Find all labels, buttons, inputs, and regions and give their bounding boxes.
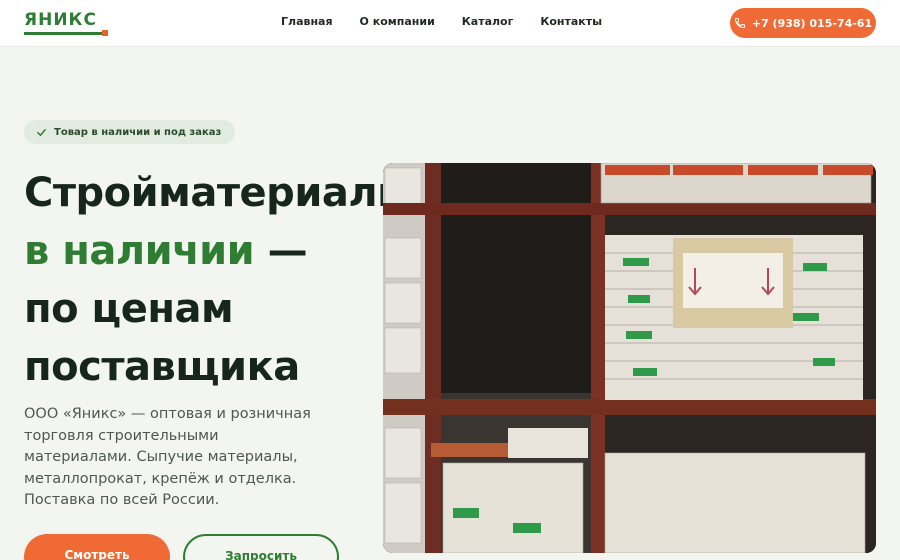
headline-line-3: по ценам bbox=[24, 286, 234, 332]
view-catalog-button[interactable]: Смотреть bbox=[24, 534, 170, 560]
request-price-button[interactable]: Запросить bbox=[183, 534, 339, 560]
headline-line-2: в наличии — bbox=[24, 222, 394, 280]
phone-number: +7 (938) 015-74-61 bbox=[751, 16, 873, 30]
badge-text: Товар в наличии и под заказ bbox=[54, 126, 222, 138]
phone-icon bbox=[734, 18, 745, 29]
hero-description: ООО «Яникс» — оптовая и розничная торгов… bbox=[24, 406, 311, 508]
logo-underline bbox=[24, 32, 102, 35]
phone-button[interactable]: +7 (938) 015-74-61 bbox=[730, 8, 876, 38]
headline-line-1: Стройматериалы bbox=[24, 170, 394, 216]
headline-dash: — bbox=[254, 228, 308, 274]
nav-catalog[interactable]: Каталог bbox=[462, 15, 514, 28]
availability-badge: Товар в наличии и под заказ bbox=[24, 120, 236, 144]
logo[interactable]: ЯНИКС bbox=[24, 10, 108, 36]
nav-home[interactable]: Главная bbox=[281, 15, 333, 28]
nav-contacts[interactable]: Контакты bbox=[540, 15, 602, 28]
headline-highlight: в наличии bbox=[24, 228, 255, 274]
nav-about[interactable]: О компании bbox=[360, 15, 435, 28]
hero-photo-warehouse-shelves bbox=[383, 163, 876, 553]
headline-line-4: поставщика bbox=[24, 344, 300, 390]
hero-headline: Стройматериалы в наличии — по ценам пост… bbox=[24, 164, 394, 396]
logo-text: ЯНИКС bbox=[24, 10, 97, 30]
warehouse-illustration bbox=[383, 163, 876, 553]
check-icon bbox=[37, 128, 46, 136]
main-nav: Главная О компании Каталог Контакты bbox=[281, 15, 629, 28]
site-header: ЯНИКС Главная О компании Каталог Контакт… bbox=[0, 0, 900, 47]
logo-accent-dot bbox=[102, 30, 108, 36]
